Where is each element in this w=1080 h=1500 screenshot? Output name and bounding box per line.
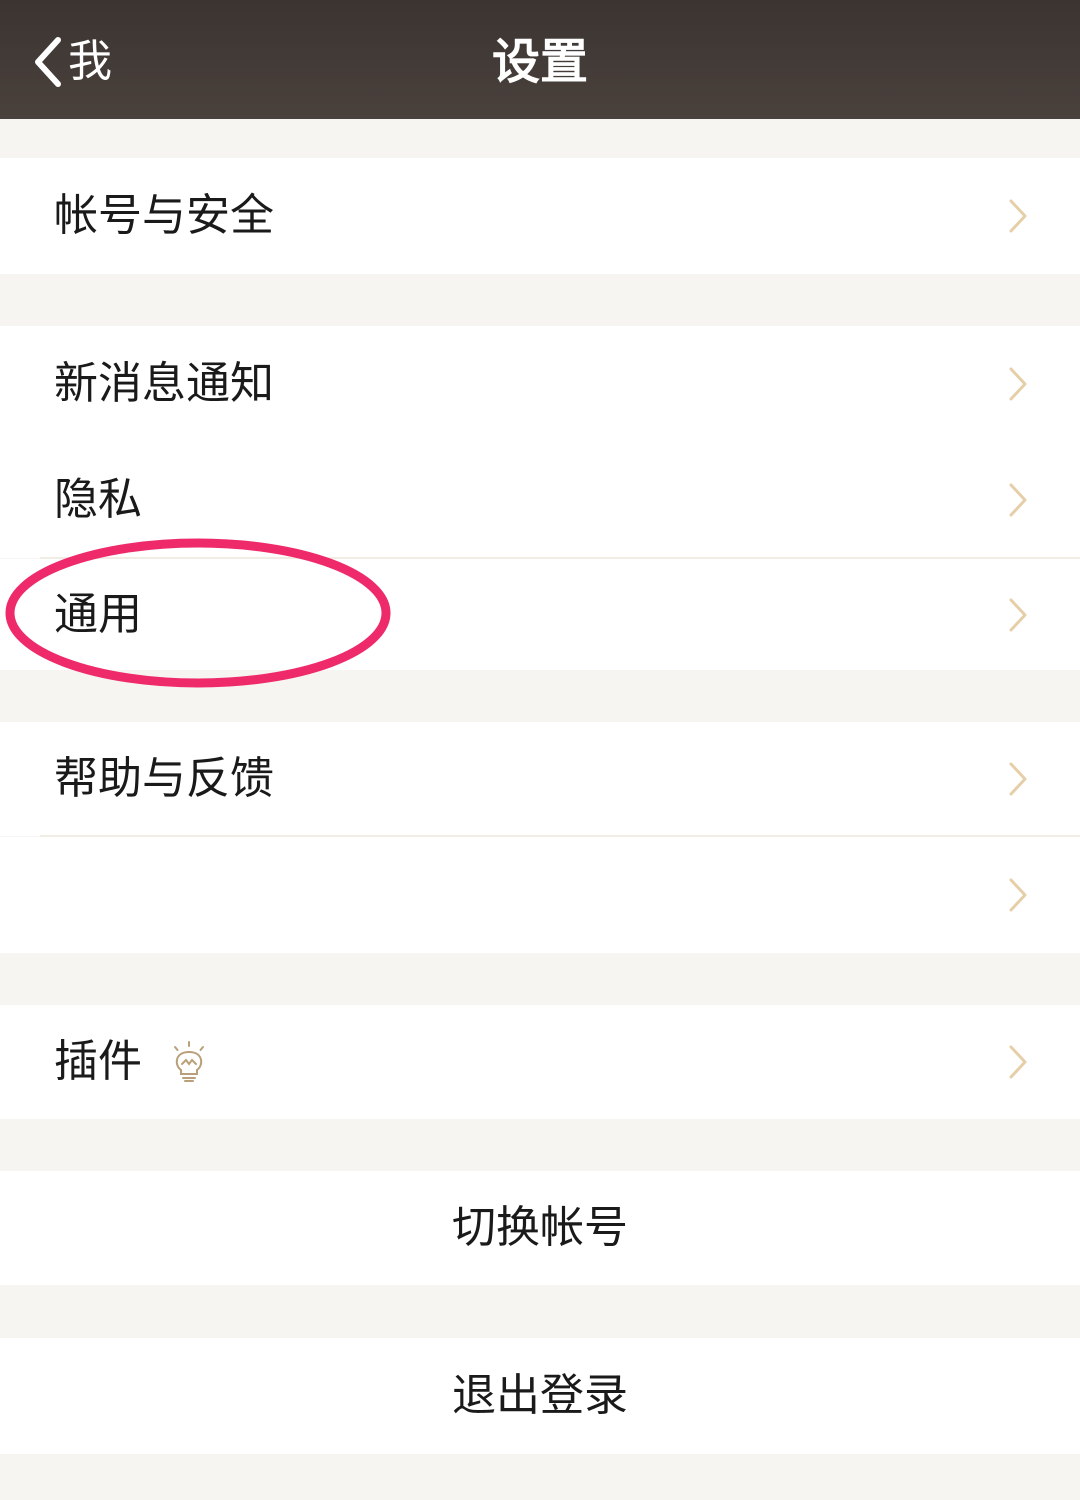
settings-item-label: 插件: [54, 1036, 142, 1087]
navigation-bar: 我 设置: [0, 0, 1080, 119]
switch-account-button[interactable]: 切换帐号: [0, 1171, 1080, 1285]
logout-button[interactable]: 退出登录: [0, 1338, 1080, 1454]
settings-item-label: 新消息通知: [54, 358, 274, 409]
chevron-right-icon: [1009, 199, 1027, 233]
settings-item-account-security[interactable]: 帐号与安全: [0, 158, 1080, 274]
page-title: 设置: [491, 34, 588, 90]
chevron-right-icon: [1009, 483, 1027, 517]
switch-account-label: 切换帐号: [452, 1202, 628, 1253]
chevron-right-icon: [1009, 1045, 1027, 1079]
settings-item-help-feedback[interactable]: 帮助与反馈: [0, 722, 1080, 836]
highlight-circle: [5, 538, 391, 688]
chevron-right-icon: [1009, 367, 1027, 401]
settings-item-label: 隐私: [54, 474, 142, 525]
settings-item-new-message-notification[interactable]: 新消息通知: [0, 326, 1080, 442]
chevron-right-icon: [1009, 598, 1027, 631]
settings-item-label: 帐号与安全: [54, 190, 274, 241]
chevron-right-icon: [1009, 878, 1027, 912]
chevron-right-icon: [1009, 762, 1027, 796]
settings-item-plugins[interactable]: 插件: [0, 1005, 1080, 1119]
settings-item-label: 帮助与反馈: [54, 753, 274, 804]
lightbulb-icon: [174, 1041, 204, 1082]
settings-item-unlabeled[interactable]: [0, 837, 1080, 953]
logout-label: 退出登录: [452, 1370, 628, 1421]
